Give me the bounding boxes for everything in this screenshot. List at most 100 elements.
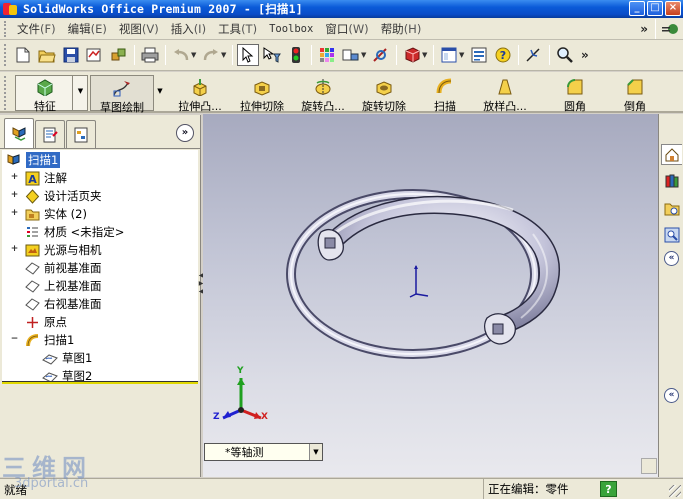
expand-toggle[interactable]: + — [10, 208, 19, 219]
expand-toggle[interactable]: + — [10, 190, 19, 201]
command-extrude-cut[interactable]: 拉伸切除 — [235, 72, 289, 113]
rebuild-dropdown-icon[interactable]: ▼ — [361, 51, 369, 59]
tree-item-lights-cameras[interactable]: + 光源与相机 — [10, 241, 102, 259]
tree-item-sweep1[interactable]: − 扫描1 — [10, 331, 75, 349]
chevron-down-icon[interactable]: ▼ — [309, 444, 322, 460]
menu-overflow-button[interactable]: » — [640, 22, 648, 36]
command-loft-boss[interactable]: 放样凸... — [476, 72, 534, 113]
toolbar-grip[interactable] — [4, 44, 8, 66]
property-manager-icon — [43, 127, 58, 142]
make-drawing-icon[interactable] — [84, 44, 106, 66]
task-pane-collapse-button[interactable]: « — [664, 251, 679, 266]
grid-options-icon[interactable] — [316, 44, 338, 66]
command-fillet[interactable]: 圆角 — [558, 72, 592, 113]
viewport-corner-scroll[interactable] — [641, 458, 657, 474]
task-pane-home-tab[interactable] — [661, 144, 682, 165]
tab-feature-tree[interactable] — [4, 118, 34, 148]
make-assembly-icon[interactable] — [108, 44, 130, 66]
task-pane-expand-button[interactable]: « — [664, 388, 679, 403]
tree-item-top-plane[interactable]: 上视基准面 — [24, 277, 102, 295]
tree-item-front-plane[interactable]: 前视基准面 — [24, 259, 102, 277]
lights-cameras-icon — [24, 242, 40, 258]
command-sketch-dropdown[interactable]: ▼ — [155, 75, 165, 111]
save-icon[interactable] — [60, 44, 82, 66]
tree-item-solid-bodies[interactable]: + 实体 (2) — [10, 205, 87, 223]
menu-edit[interactable]: 编辑(E) — [62, 21, 113, 37]
tab-property-manager[interactable] — [35, 120, 65, 148]
appearance-icon[interactable] — [401, 44, 423, 66]
tree-item-annotations[interactable]: + A 注解 — [10, 169, 67, 187]
tree-item-material[interactable]: 材质 <未指定> — [10, 223, 124, 241]
menu-window[interactable]: 窗口(W) — [319, 21, 374, 37]
command-chamfer[interactable]: 倒角 — [618, 72, 652, 113]
tree-item-origin[interactable]: 原点 — [24, 313, 67, 331]
view-orientation-select[interactable]: *等轴测 ▼ — [204, 443, 323, 461]
solid-bodies-icon — [24, 206, 40, 222]
command-sweep[interactable]: 扫描 — [428, 72, 462, 113]
tree-item-right-plane[interactable]: 右视基准面 — [24, 295, 102, 313]
graphics-area[interactable]: Y X Z — [203, 114, 658, 477]
appearance-dropdown-icon[interactable]: ▼ — [422, 51, 430, 59]
triad-label-x: X — [261, 412, 268, 422]
command-revolve-boss[interactable]: 旋转凸... — [294, 72, 352, 113]
window-layout-dropdown-icon[interactable]: ▼ — [459, 51, 467, 59]
task-pane-search-tab[interactable] — [661, 224, 682, 245]
separator — [518, 45, 519, 65]
command-features-tab[interactable]: 特征 — [20, 72, 70, 113]
tab-configuration-manager[interactable] — [66, 120, 96, 148]
plane-icon — [24, 296, 40, 312]
sketch-relation-icon[interactable] — [523, 44, 545, 66]
toolbar-overflow-button[interactable]: » — [581, 48, 589, 62]
task-pane-file-explorer-tab[interactable] — [661, 198, 682, 219]
command-revolve-cut[interactable]: 旋转切除 — [358, 72, 410, 113]
minimize-button[interactable]: _ — [629, 1, 645, 16]
menu-insert[interactable]: 插入(I) — [165, 21, 212, 37]
toolbar-grip[interactable] — [4, 76, 8, 110]
redo-dropdown-icon[interactable]: ▼ — [221, 51, 229, 59]
close-button[interactable]: × — [665, 1, 681, 16]
traffic-light-icon[interactable] — [285, 44, 307, 66]
expand-toggle[interactable]: + — [10, 244, 19, 255]
undo-dropdown-icon[interactable]: ▼ — [191, 51, 199, 59]
tree-item-label: 扫描1 — [44, 333, 75, 347]
tree-item-sketch1[interactable]: 草图1 — [42, 349, 92, 367]
undo-icon[interactable] — [170, 44, 192, 66]
menu-tools[interactable]: 工具(T) — [212, 21, 263, 37]
command-tab-dropdown[interactable]: ▼ — [72, 75, 88, 111]
select-filter-icon[interactable] — [261, 44, 283, 66]
menu-view[interactable]: 视图(V) — [113, 21, 165, 37]
command-label: 扫描 — [434, 100, 456, 113]
menu-toolbox[interactable]: Toolbox — [263, 23, 319, 35]
menu-file[interactable]: 文件(F) — [11, 21, 62, 37]
status-help-button[interactable]: ? — [600, 481, 617, 497]
rebuild-options-icon[interactable] — [340, 44, 362, 66]
task-pane-design-library-tab[interactable] — [661, 170, 682, 191]
select-pointer-icon[interactable] — [237, 44, 259, 66]
maximize-button[interactable]: □ — [647, 1, 663, 16]
print-icon[interactable] — [139, 44, 161, 66]
expand-panel-button[interactable]: » — [176, 124, 194, 142]
collapse-toggle[interactable]: − — [10, 334, 19, 345]
rollback-bar[interactable] — [2, 381, 198, 384]
menu-help[interactable]: 帮助(H) — [375, 21, 428, 37]
command-extrude-boss[interactable]: 拉伸凸... — [171, 72, 229, 113]
tree-root-part[interactable]: 扫描1 — [6, 151, 61, 169]
open-folder-icon[interactable] — [36, 44, 58, 66]
properties-icon[interactable] — [468, 44, 490, 66]
window-layout-icon[interactable] — [438, 44, 460, 66]
hide-show-items-icon[interactable] — [370, 44, 392, 66]
separator — [165, 45, 166, 65]
feature-manager-tabs: » — [0, 115, 200, 149]
tree-item-design-binder[interactable]: + 设计活页夹 — [10, 187, 102, 205]
redo-icon[interactable] — [200, 44, 222, 66]
options-pin-icon[interactable] — [660, 18, 682, 40]
zoom-icon[interactable] — [554, 44, 576, 66]
help-icon[interactable]: ? — [492, 44, 514, 66]
tree-item-label: 前视基准面 — [44, 261, 102, 275]
feature-tree-icon — [12, 126, 26, 141]
toolbar-grip[interactable] — [4, 20, 8, 37]
new-document-icon[interactable] — [12, 44, 34, 66]
expand-toggle[interactable]: + — [10, 172, 19, 183]
command-sketch-tab[interactable]: 草图绘制 — [90, 75, 154, 114]
resize-grip[interactable] — [669, 485, 681, 497]
